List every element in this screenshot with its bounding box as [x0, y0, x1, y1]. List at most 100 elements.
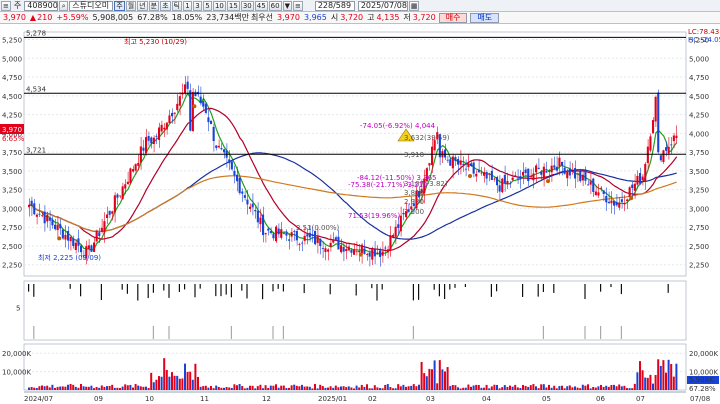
period-label: 주 — [13, 0, 22, 10]
volume-bar — [329, 386, 332, 390]
signal-bar-grey — [33, 326, 35, 339]
volume-bar — [654, 374, 657, 390]
interval-button-1[interactable]: 1 — [182, 0, 192, 11]
volume-bar — [217, 386, 220, 390]
signal-bar — [69, 284, 71, 289]
candle-body — [615, 201, 618, 206]
volume-bar — [275, 384, 277, 390]
sell-button[interactable]: 매도 — [470, 12, 500, 23]
candle-body — [233, 170, 236, 176]
candle-body — [158, 127, 161, 140]
period-button-year[interactable]: 년 — [137, 0, 148, 11]
signal-bar — [121, 284, 123, 290]
interval-button-30[interactable]: 30 — [240, 0, 254, 11]
candle-body — [215, 145, 218, 148]
volume-bar — [56, 386, 59, 390]
volume-bar — [454, 385, 457, 390]
volume-bar — [566, 386, 569, 390]
candle-body — [145, 137, 148, 153]
price-tick-label-right: 4,000 — [689, 130, 709, 138]
volume-bar — [379, 388, 381, 390]
candle-body — [238, 177, 241, 194]
candle-body — [384, 247, 387, 249]
candle-body — [280, 229, 283, 238]
signal-dot — [468, 173, 472, 178]
candle-body — [160, 124, 163, 132]
volume-bar — [212, 388, 215, 390]
signal-bar — [168, 284, 170, 298]
signal-bar — [33, 284, 35, 297]
volume-bar — [646, 377, 649, 390]
volume-bar — [197, 376, 199, 390]
candle-body — [103, 221, 106, 233]
candle-body — [137, 162, 140, 166]
dropdown-icon[interactable]: ▼ — [282, 0, 292, 11]
period-button-week[interactable]: 주 — [114, 0, 125, 11]
period-button-minute[interactable]: 분 — [148, 0, 160, 11]
signal-bar-grey — [272, 326, 274, 339]
candle-body — [111, 211, 114, 214]
interval-button-15[interactable]: 15 — [226, 0, 240, 11]
period-button-tick[interactable]: 틱 — [171, 0, 182, 11]
volume-tick-label-right: 20,000K — [689, 350, 718, 358]
volume-bar — [129, 384, 132, 390]
count-field[interactable]: 228/589 — [314, 0, 355, 11]
candle-body — [48, 217, 51, 221]
candle-body — [303, 235, 306, 241]
signal-bar — [433, 284, 435, 290]
subpanel-axis-label: 5 — [16, 305, 20, 313]
candle-body — [319, 238, 322, 247]
volume-bar — [402, 384, 405, 390]
volume-bar — [321, 386, 324, 390]
candle-body — [522, 171, 525, 176]
volume-bar — [631, 388, 634, 390]
interval-button-60[interactable]: 60 — [268, 0, 282, 11]
volume-bar — [178, 378, 181, 390]
menu-icon[interactable]: ≡ — [1, 0, 11, 11]
volume-bar — [579, 388, 582, 390]
volume-bar — [77, 387, 80, 390]
stock-chart[interactable]: 5,2784,5343,721 5,250 5,2505,000 5,0004,75… — [0, 24, 720, 404]
interval-button-3[interactable]: 3 — [192, 0, 202, 11]
stock-code-input[interactable]: 408900 — [24, 0, 59, 11]
candle-body — [69, 236, 72, 242]
volume-bar — [509, 385, 511, 390]
candle-body — [454, 157, 457, 162]
volume-bar — [38, 386, 41, 390]
candle-body — [459, 160, 462, 165]
candle-body — [347, 246, 350, 251]
candle-body — [498, 185, 501, 192]
calendar-icon[interactable]: ▦ — [408, 0, 420, 11]
stock-name-field[interactable]: 스튜디오미 — [69, 0, 114, 11]
period-button-second[interactable]: 초 — [160, 0, 171, 11]
volume-bar — [652, 383, 654, 390]
interval-button-45[interactable]: 45 — [254, 0, 268, 11]
period-button-month[interactable]: 월 — [125, 0, 137, 11]
magnifier-icon[interactable]: ⌕ — [59, 0, 69, 11]
price-tick-label-right: 2,500 — [689, 243, 709, 251]
buy-button[interactable]: 매수 — [438, 12, 468, 23]
candle-body — [155, 135, 158, 137]
volume-bar — [171, 372, 173, 390]
volume-bar — [61, 386, 64, 390]
signal-bar — [496, 284, 498, 292]
candle-body — [100, 227, 103, 232]
volume-bar — [267, 387, 270, 390]
volume-bar — [420, 361, 423, 390]
candle-body — [613, 200, 616, 206]
date-tick-label: 05 — [542, 395, 551, 403]
date-tick-label: 07/08 — [690, 395, 710, 403]
interval-button-5[interactable]: 5 — [202, 0, 212, 11]
volume-bar — [116, 387, 119, 390]
candle-body — [165, 122, 168, 130]
volume-bar — [436, 383, 439, 390]
volume-bar — [659, 365, 662, 390]
interval-button-10[interactable]: 10 — [212, 0, 226, 11]
candle-body — [61, 229, 64, 239]
reference-line-label: 3,721 — [26, 146, 46, 154]
volume-bar — [121, 386, 124, 390]
volume-bar — [72, 384, 75, 390]
date-field[interactable]: 2025/07/08 — [357, 0, 408, 11]
options-icon[interactable]: ≡ — [292, 0, 303, 11]
candle-body — [610, 200, 613, 204]
